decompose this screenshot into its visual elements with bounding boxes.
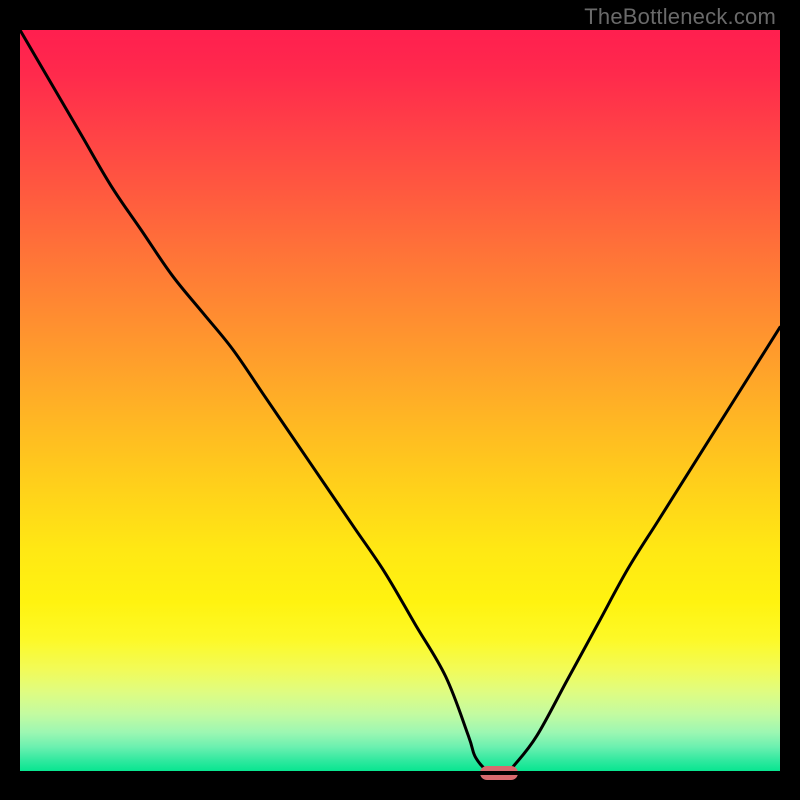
chart-curve (20, 30, 780, 773)
watermark-text: TheBottleneck.com (584, 4, 776, 30)
x-axis-baseline (20, 771, 780, 775)
chart-plot-area (20, 30, 780, 773)
